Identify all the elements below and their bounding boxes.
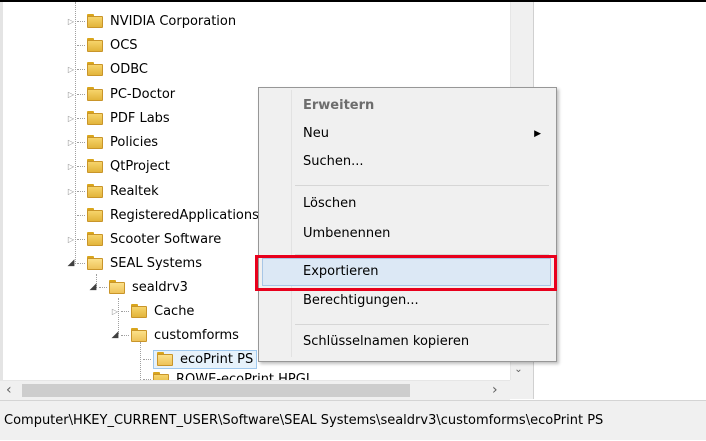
tree-item-label: RegisteredApplications bbox=[110, 207, 259, 223]
tree-item-selected[interactable]: ecoPrint PS bbox=[132, 348, 258, 370]
status-bar-path: Computer\HKEY_CURRENT_USER\Software\SEAL… bbox=[0, 400, 706, 440]
menu-item-schluesselnamen-kopieren[interactable]: Schlüsselnamen kopieren bbox=[262, 328, 551, 356]
folder-icon bbox=[87, 111, 104, 125]
tree-item-label: ODBC bbox=[110, 61, 149, 77]
tree-item[interactable]: ◢ customforms bbox=[110, 324, 239, 346]
tree-item-label: PC-Doctor bbox=[110, 86, 176, 102]
tree-item[interactable]: ▷ Realtek bbox=[66, 180, 159, 202]
menu-separator bbox=[295, 324, 549, 325]
tree-item[interactable]: ▷ Cache bbox=[110, 300, 195, 322]
scroll-right-icon[interactable]: › bbox=[492, 381, 498, 400]
expand-arrow-icon[interactable]: ▷ bbox=[66, 114, 76, 123]
menu-item-neu[interactable]: Neu ▶ bbox=[262, 120, 551, 148]
folder-icon bbox=[153, 372, 170, 380]
tree-item[interactable]: ▷ PDF Labs bbox=[66, 107, 170, 129]
tree-item[interactable]: ▷ PC-Doctor bbox=[66, 83, 175, 105]
expand-arrow-icon[interactable]: ▷ bbox=[66, 138, 76, 147]
expand-arrow-icon[interactable]: ▷ bbox=[66, 17, 76, 26]
tree-item-label: Scooter Software bbox=[110, 231, 222, 247]
tree-item-label: ROWE-ecoPrint HPGL bbox=[176, 371, 314, 381]
menu-item-erweitern[interactable]: Erweitern bbox=[262, 92, 551, 120]
tree-item-label: OCS bbox=[110, 37, 138, 53]
collapse-arrow-icon[interactable]: ◢ bbox=[110, 330, 120, 340]
tree-item[interactable]: ▷ Policies bbox=[66, 131, 158, 153]
scrollbar-corner bbox=[510, 380, 527, 399]
tree-item[interactable]: ▷ ODBC bbox=[66, 58, 148, 80]
expand-arrow-icon[interactable]: ▷ bbox=[66, 90, 76, 99]
folder-open-icon bbox=[157, 352, 174, 366]
menu-item-berechtigungen[interactable]: Berechtigungen... bbox=[262, 287, 551, 315]
folder-open-icon bbox=[109, 280, 126, 294]
tree-item[interactable]: ◢ SEAL Systems bbox=[66, 252, 202, 274]
menu-item-umbenennen[interactable]: Umbenennen bbox=[262, 220, 551, 248]
values-pane[interactable] bbox=[534, 2, 706, 399]
folder-open-icon bbox=[87, 256, 104, 270]
tree-item-label: PDF Labs bbox=[110, 110, 170, 126]
folder-icon bbox=[131, 304, 148, 318]
tree-left-edge bbox=[0, 2, 3, 380]
tree-item-label: ecoPrint PS bbox=[180, 351, 254, 367]
folder-icon bbox=[87, 14, 104, 28]
collapse-arrow-icon[interactable]: ◢ bbox=[66, 258, 76, 268]
scroll-left-icon[interactable]: ‹ bbox=[6, 381, 12, 400]
tree-item[interactable]: ROWE-ecoPrint HPGL bbox=[132, 368, 313, 380]
tree-item-label: Policies bbox=[110, 134, 159, 150]
tree-item-label: customforms bbox=[154, 327, 239, 343]
expand-arrow-icon[interactable]: ▷ bbox=[66, 187, 76, 196]
menu-item-label: Neu bbox=[303, 126, 329, 141]
expand-arrow-icon[interactable]: ▷ bbox=[66, 65, 76, 74]
folder-icon bbox=[87, 232, 104, 246]
expand-arrow-icon[interactable]: ▷ bbox=[66, 162, 76, 171]
submenu-arrow-icon: ▶ bbox=[534, 129, 541, 139]
tree-item[interactable]: ◢ sealdrv3 bbox=[88, 276, 188, 298]
folder-icon bbox=[87, 38, 104, 52]
folder-icon bbox=[87, 62, 104, 76]
tree-item[interactable]: ▷ QtProject bbox=[66, 155, 170, 177]
menu-item-loeschen[interactable]: Löschen bbox=[262, 190, 551, 218]
tree-item-label: sealdrv3 bbox=[132, 279, 188, 295]
selected-item-highlight[interactable]: ecoPrint PS bbox=[153, 349, 258, 369]
tree-item-label: SEAL Systems bbox=[110, 255, 202, 271]
menu-separator bbox=[295, 185, 549, 186]
annotation-highlight-box bbox=[255, 255, 557, 291]
context-menu[interactable]: Erweitern Neu ▶ Suchen... Löschen Umbene… bbox=[258, 87, 557, 362]
expand-arrow-icon[interactable]: ▷ bbox=[66, 235, 76, 244]
folder-icon bbox=[87, 159, 104, 173]
tree-item[interactable]: RegisteredApplications bbox=[66, 204, 259, 226]
scroll-down-icon[interactable]: ⌄ bbox=[510, 362, 527, 378]
folder-open-icon bbox=[131, 328, 148, 342]
tree-item[interactable]: ▷ NVIDIA Corporation bbox=[66, 10, 236, 32]
expand-arrow-icon[interactable]: ▷ bbox=[110, 307, 120, 316]
tree-horizontal-scrollbar[interactable]: ‹ › bbox=[0, 380, 510, 400]
scrollbar-thumb[interactable] bbox=[22, 384, 410, 397]
tree-item-label: Realtek bbox=[110, 183, 159, 199]
collapse-arrow-icon[interactable]: ◢ bbox=[88, 282, 98, 292]
tree-item[interactable]: ▷ Scooter Software bbox=[66, 228, 221, 250]
tree-item[interactable]: OCS bbox=[66, 34, 138, 56]
tree-item-label: QtProject bbox=[110, 158, 170, 174]
folder-icon bbox=[87, 87, 104, 101]
folder-icon bbox=[87, 184, 104, 198]
tree-item-label: NVIDIA Corporation bbox=[110, 13, 237, 29]
folder-icon bbox=[87, 135, 104, 149]
tree-item-label: Cache bbox=[154, 303, 195, 319]
menu-item-suchen[interactable]: Suchen... bbox=[262, 148, 551, 176]
folder-icon bbox=[87, 208, 104, 222]
